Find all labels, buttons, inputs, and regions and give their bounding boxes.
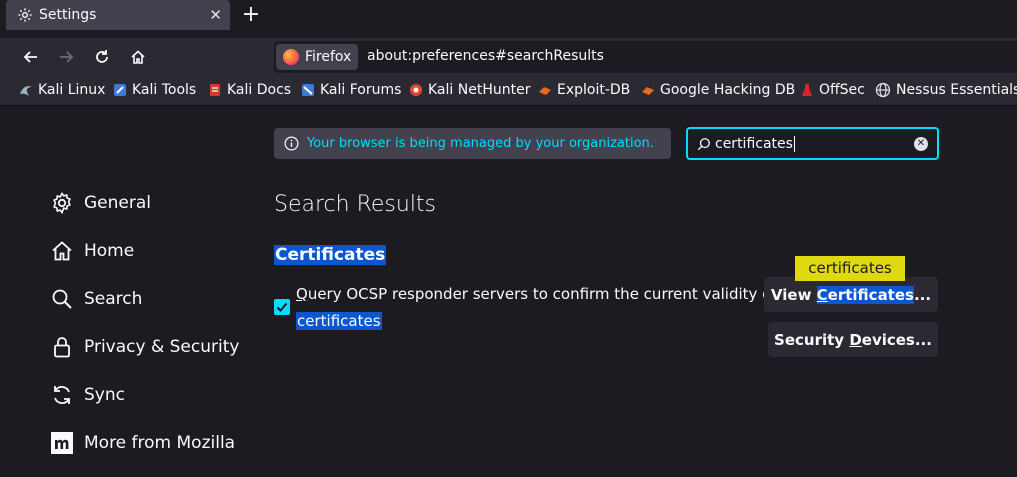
ocsp-label-highlight[interactable]: certificates	[296, 312, 382, 330]
bookmark-ghdb[interactable]: Google Hacking DB	[641, 82, 795, 98]
access-key: C	[816, 285, 828, 304]
sidebar-item-privacy[interactable]: Privacy & Security	[50, 332, 239, 362]
ocsp-label[interactable]: Query OCSP responder servers to confirm …	[296, 285, 777, 303]
bookmark-kali-linux[interactable]: Kali Linux	[19, 82, 105, 98]
ocsp-checkbox[interactable]	[274, 299, 290, 315]
bookmark-nessus[interactable]: Nessus Essentials	[875, 82, 1017, 98]
info-icon	[284, 136, 299, 151]
exploit-db-icon	[539, 87, 551, 95]
section-title-certificates: Certificates	[274, 245, 387, 265]
kali-docs-icon	[210, 84, 220, 96]
ghdb-icon	[642, 87, 654, 95]
identity-label: Firefox	[305, 49, 352, 65]
view-certificates-button[interactable]: View Certificates...	[764, 277, 938, 312]
bookmark-offsec[interactable]: OffSec	[800, 82, 865, 98]
offsec-icon	[802, 84, 812, 96]
sidebar-item-label: Sync	[84, 385, 125, 405]
kali-tools-icon	[114, 84, 126, 96]
page-title: Search Results	[274, 192, 437, 217]
reload-button[interactable]	[91, 46, 113, 68]
url-text[interactable]: about:preferences#searchResults	[367, 48, 604, 64]
tab-settings[interactable]: Settings ✕	[6, 0, 230, 30]
sidebar-item-label: Privacy & Security	[84, 337, 240, 357]
gear-icon	[53, 192, 71, 215]
home-icon	[52, 241, 72, 261]
gear-icon	[18, 8, 32, 22]
ocsp-access-key: Q	[296, 285, 308, 303]
back-button[interactable]	[20, 46, 42, 68]
sidebar-item-label: More from Mozilla	[84, 433, 236, 453]
sidebar-item-more-from-mozilla[interactable]: More from Mozilla	[50, 428, 235, 458]
tab-strip: Settings ✕ +	[0, 0, 1017, 30]
kali-dragon-icon	[20, 86, 32, 96]
policy-notice-link[interactable]: Your browser is being managed by your or…	[307, 136, 654, 151]
checkmark-icon	[276, 302, 288, 312]
tab-title: Settings	[39, 7, 97, 23]
sidebar-item-search[interactable]: Search	[50, 284, 142, 314]
bookmark-kali-tools[interactable]: Kali Tools	[113, 82, 196, 98]
search-icon	[52, 289, 72, 309]
bookmark-exploit-db[interactable]: Exploit-DB	[538, 82, 630, 98]
search-value[interactable]: certificates	[715, 136, 795, 152]
search-input[interactable]: certificates ✕	[686, 127, 939, 160]
preferences-content: General Home Search Privacy & Security S…	[0, 107, 1017, 477]
bookmark-kali-forums[interactable]: Kali Forums	[301, 82, 401, 98]
home-icon	[131, 50, 145, 64]
bookmark-kali-docs[interactable]: Kali Docs	[208, 82, 291, 98]
policy-notice[interactable]: Your browser is being managed by your or…	[274, 128, 671, 159]
access-key: D	[849, 330, 862, 349]
sidebar-item-sync[interactable]: Sync	[50, 380, 125, 410]
url-bar[interactable]: Firefox about:preferences#searchResults	[274, 41, 1017, 73]
lock-icon	[54, 337, 70, 358]
close-tab-icon[interactable]: ✕	[209, 6, 222, 24]
sync-icon	[54, 386, 70, 404]
mozilla-icon	[51, 432, 73, 454]
sidebar-item-general[interactable]: General	[50, 188, 151, 218]
search-icon	[697, 138, 710, 151]
globe-icon	[875, 82, 891, 98]
home-button[interactable]	[127, 46, 149, 68]
sidebar-item-label: Search	[84, 289, 143, 309]
sidebar-item-label: General	[84, 193, 151, 213]
bookmarks-toolbar: Kali Linux Kali Tools Kali Docs Kali For…	[0, 76, 1017, 106]
nav-bar: Firefox about:preferences#searchResults	[0, 38, 1017, 76]
firefox-logo-icon	[283, 49, 299, 65]
arrow-left-icon	[23, 51, 37, 63]
identity-box[interactable]: Firefox	[276, 44, 358, 70]
search-match: ertificates	[827, 285, 914, 304]
arrow-right-icon	[60, 51, 74, 63]
forward-button[interactable]	[55, 46, 77, 68]
search-match-tooltip: certificates	[795, 256, 905, 281]
kali-forums-icon	[302, 84, 314, 96]
new-tab-button[interactable]: +	[240, 2, 262, 27]
bookmark-kali-nethunter[interactable]: Kali NetHunter	[409, 82, 530, 98]
ocsp-label-text: uery OCSP responder servers to confirm t…	[307, 285, 777, 303]
nethunter-icon	[410, 84, 422, 96]
reload-icon	[96, 50, 108, 63]
clear-search-icon[interactable]: ✕	[914, 137, 928, 151]
sidebar-item-label: Home	[84, 241, 135, 261]
sidebar-item-home[interactable]: Home	[50, 236, 134, 266]
security-devices-button[interactable]: Security Devices...	[768, 322, 938, 357]
